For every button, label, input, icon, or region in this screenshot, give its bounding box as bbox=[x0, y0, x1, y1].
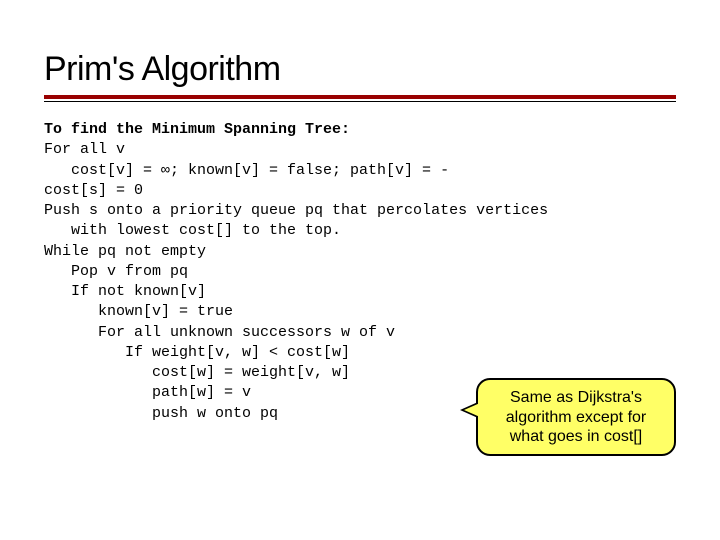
code-line-9: If not known[v] bbox=[44, 283, 206, 300]
code-line-1: To find the Minimum Spanning Tree: bbox=[44, 121, 350, 138]
code-line-13: cost[w] = weight[v, w] bbox=[44, 364, 350, 381]
code-line-12: If weight[v, w] < cost[w] bbox=[44, 344, 350, 361]
page-title: Prim's Algorithm bbox=[44, 50, 676, 89]
code-line-6: with lowest cost[] to the top. bbox=[44, 222, 341, 239]
slide-body: Prim's Algorithm To find the Minimum Spa… bbox=[0, 0, 720, 424]
code-line-3: cost[v] = ∞; known[v] = false; path[v] =… bbox=[44, 162, 449, 179]
code-line-8: Pop v from pq bbox=[44, 263, 188, 280]
callout-text: Same as Dijkstra's algorithm except for … bbox=[506, 389, 647, 444]
code-line-5: Push s onto a priority queue pq that per… bbox=[44, 202, 548, 219]
code-line-2: For all v bbox=[44, 141, 125, 158]
title-underline-thin bbox=[44, 101, 676, 102]
code-line-7: While pq not empty bbox=[44, 243, 206, 260]
code-line-14: path[w] = v bbox=[44, 384, 251, 401]
code-line-11: For all unknown successors w of v bbox=[44, 324, 395, 341]
code-line-15: push w onto pq bbox=[44, 405, 278, 422]
callout-bubble: Same as Dijkstra's algorithm except for … bbox=[476, 378, 676, 456]
code-line-10: known[v] = true bbox=[44, 303, 233, 320]
title-underline-red bbox=[44, 95, 676, 99]
code-line-4: cost[s] = 0 bbox=[44, 182, 143, 199]
